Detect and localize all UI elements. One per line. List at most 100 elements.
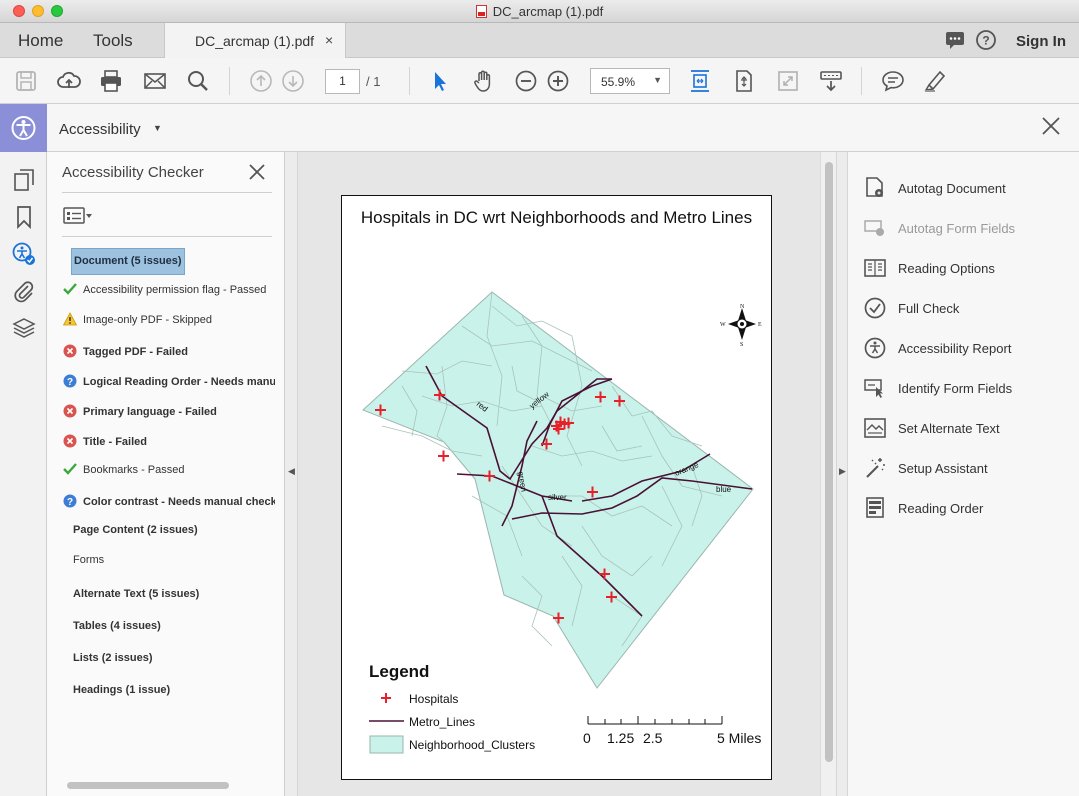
svg-text:S: S	[740, 342, 743, 348]
accessibility-tool-button[interactable]	[0, 104, 47, 152]
close-icon[interactable]	[248, 163, 266, 181]
hand-tool-icon[interactable]	[471, 69, 495, 93]
search-icon[interactable]	[186, 69, 210, 93]
accessibility-tools-panel: Autotag Document Autotag Form Fields Readi…	[848, 152, 1079, 796]
checker-result-label: Tagged PDF - Failed	[83, 346, 188, 358]
select-cursor-icon[interactable]	[428, 69, 452, 93]
checker-result-skipped[interactable]: Image-only PDF - Skipped	[63, 312, 275, 326]
checker-result-label: Accessibility permission flag - Passed	[83, 284, 267, 296]
checker-result-failed[interactable]: Primary language - Failed	[63, 404, 275, 418]
sign-in-link[interactable]: Sign In	[1016, 33, 1066, 50]
fit-page-icon[interactable]	[688, 69, 712, 93]
rotate-page-icon[interactable]	[732, 69, 756, 93]
legend-hospitals-label: Hospitals	[409, 692, 459, 706]
scale-label-0: 0	[583, 730, 591, 746]
scroll-mode-icon[interactable]	[819, 69, 843, 93]
checker-result-manual[interactable]: ? Color contrast - Needs manual check	[63, 494, 275, 508]
warning-icon	[63, 312, 77, 326]
tool-reading-options[interactable]: Reading Options	[863, 256, 1073, 282]
comment-tool-icon[interactable]	[881, 69, 905, 93]
upload-cloud-icon[interactable]	[57, 69, 81, 93]
tool-label: Setup Assistant	[898, 461, 988, 476]
vertical-scrollbar[interactable]	[820, 152, 836, 796]
bookmark-icon[interactable]	[12, 205, 36, 229]
document-viewport[interactable]: Hospitals in DC wrt Neighborhoods and Me…	[298, 152, 820, 796]
tool-label: Full Check	[898, 301, 960, 316]
tree-item-category[interactable]: Forms	[73, 554, 284, 566]
next-page-icon[interactable]	[281, 69, 305, 93]
tab-home[interactable]: Home	[18, 31, 63, 51]
horizontal-scrollbar[interactable]	[67, 782, 229, 789]
tool-wand[interactable]: Setup Assistant	[863, 456, 1073, 482]
comment-icon[interactable]	[944, 29, 966, 51]
previous-page-icon[interactable]	[249, 69, 273, 93]
reading-order-icon	[866, 497, 884, 518]
layers-icon[interactable]	[12, 316, 36, 340]
zoom-in-icon[interactable]	[546, 69, 570, 93]
svg-text:W: W	[720, 322, 726, 328]
tree-item-category[interactable]: Headings (1 issue)	[73, 684, 284, 696]
tree-item-category[interactable]: Page Content (2 issues)	[73, 524, 284, 536]
legend-hospital-symbol	[381, 693, 391, 703]
checker-result-manual[interactable]: ? Logical Reading Order - Needs manual ch…	[63, 374, 275, 388]
check-icon	[63, 463, 77, 475]
email-icon[interactable]	[143, 69, 167, 93]
print-icon[interactable]	[99, 69, 123, 93]
zoom-dropdown[interactable]: 55.9% ▼	[590, 68, 670, 94]
tree-item-category[interactable]: Lists (2 issues)	[73, 652, 284, 664]
highlight-pen-icon[interactable]	[923, 69, 947, 93]
tool-form-fields[interactable]: Autotag Form Fields	[863, 216, 1073, 242]
tool-identify-fields[interactable]: Identify Form Fields	[863, 376, 1073, 402]
checker-result-passed[interactable]: Bookmarks - Passed	[63, 462, 275, 476]
tab-tools[interactable]: Tools	[93, 31, 133, 51]
checker-result-failed[interactable]: Tagged PDF - Failed	[63, 344, 275, 358]
app-window: DC_arcmap (1).pdf Home Tools DC_arcmap (…	[0, 0, 1079, 796]
page-thumbnails-icon[interactable]	[12, 168, 36, 192]
silver-line-label: silver	[548, 493, 567, 502]
scale-label-2: 2.5	[643, 730, 663, 746]
checker-result-failed[interactable]: Title - Failed	[63, 434, 275, 448]
close-icon[interactable]	[1040, 115, 1062, 137]
full-screen-icon[interactable]	[776, 69, 800, 93]
tool-alt-text[interactable]: Set Alternate Text	[863, 416, 1073, 442]
collapse-right-panel-icon[interactable]: ▶	[839, 466, 846, 477]
legend-neighborhood-label: Neighborhood_Clusters	[409, 738, 536, 752]
tool-label: Accessibility Report	[898, 341, 1012, 356]
tool-full-check[interactable]: Full Check	[863, 296, 1073, 322]
collapse-left-panel-icon[interactable]: ◀	[288, 466, 295, 477]
chevron-down-icon[interactable]: ▼	[153, 123, 162, 133]
accessibility-title[interactable]: Accessibility	[59, 121, 141, 138]
pdf-page: Hospitals in DC wrt Neighborhoods and Me…	[341, 195, 772, 780]
tool-autotag[interactable]: Autotag Document	[863, 176, 1073, 202]
attachment-icon[interactable]	[12, 279, 36, 303]
legend-neighborhood-swatch	[369, 735, 404, 754]
tool-report[interactable]: Accessibility Report	[863, 336, 1073, 362]
help-icon[interactable]: ?	[975, 29, 997, 51]
tool-label: Autotag Document	[898, 181, 1006, 196]
tree-item-document[interactable]: Document (5 issues)	[71, 248, 185, 275]
accessibility-checker-icon[interactable]	[12, 242, 36, 266]
checker-result-label: Title - Failed	[83, 436, 147, 448]
options-menu-icon[interactable]	[63, 206, 95, 226]
checker-result-label: Bookmarks - Passed	[83, 464, 185, 476]
help-icon: ?	[63, 494, 77, 508]
checker-result-passed[interactable]: Accessibility permission flag - Passed	[63, 282, 275, 296]
tool-label: Autotag Form Fields	[898, 221, 1016, 236]
save-icon[interactable]	[14, 69, 38, 93]
zoom-out-icon[interactable]	[514, 69, 538, 93]
tab-document[interactable]: DC_arcmap (1).pdf ×	[164, 23, 346, 58]
scrollbar-thumb[interactable]	[825, 162, 833, 762]
tool-reading-order[interactable]: Reading Order	[863, 496, 1073, 522]
error-icon	[63, 404, 77, 418]
tool-label: Set Alternate Text	[898, 421, 1000, 436]
tree-item-category[interactable]: Alternate Text (5 issues)	[73, 588, 284, 600]
tree-item-category[interactable]: Tables (4 issues)	[73, 620, 284, 632]
legend-metro-label: Metro_Lines	[409, 715, 476, 729]
identify-fields-icon	[864, 379, 883, 398]
page-number-input[interactable]: 1	[325, 69, 360, 94]
blue-line-label: blue	[716, 485, 732, 494]
error-icon	[63, 344, 77, 358]
checker-result-label: Primary language - Failed	[83, 406, 217, 418]
accessibility-header: Accessibility ▼	[0, 104, 1079, 152]
close-tab-button[interactable]: ×	[325, 32, 333, 48]
